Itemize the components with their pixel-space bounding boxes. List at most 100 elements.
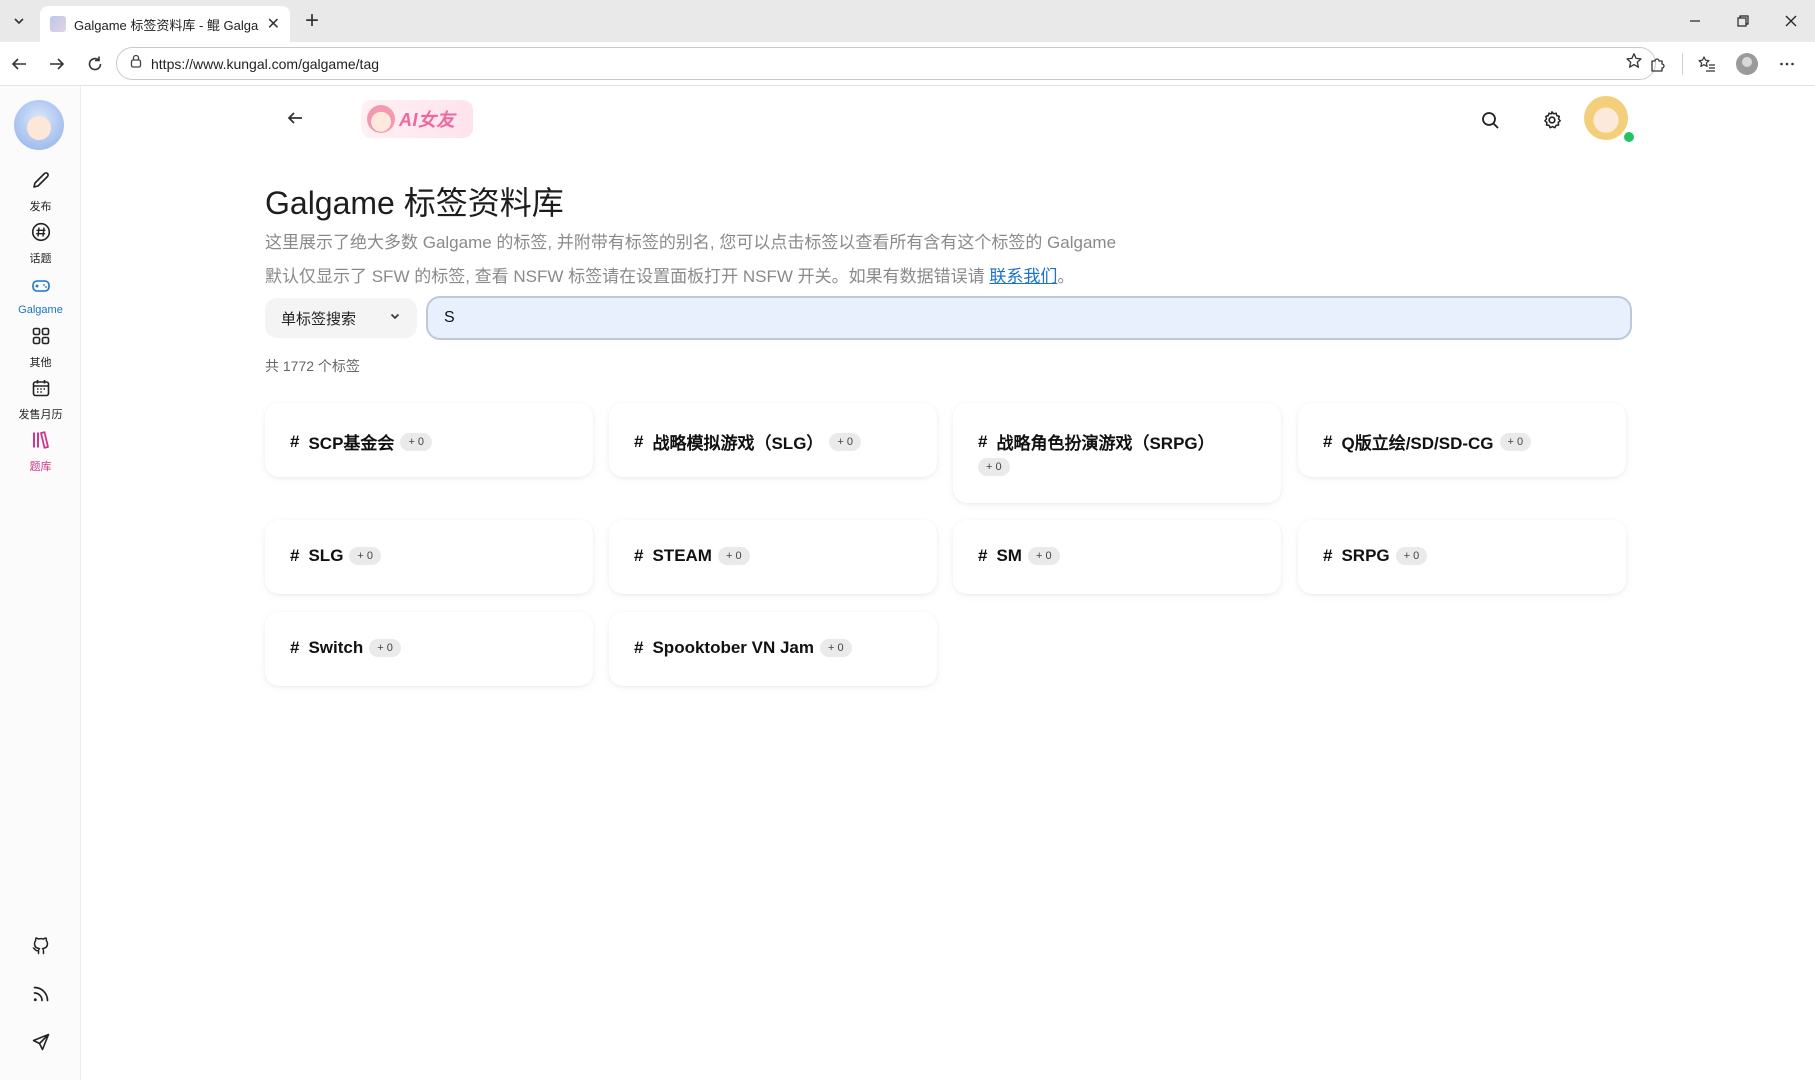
tag-card[interactable]: # SM + 0	[953, 520, 1281, 594]
tag-alias-count: + 0	[717, 547, 750, 565]
tag-name: 战略角色扮演游戏（SRPG）	[996, 434, 1215, 453]
sidebar-item-topics[interactable]: 话题	[0, 216, 81, 272]
tag-card[interactable]: # Switch + 0	[265, 612, 593, 686]
close-window-icon[interactable]	[1767, 0, 1815, 42]
sidebar-item-other[interactable]: 其他	[0, 320, 81, 376]
url-host: www.kungal.com	[193, 55, 299, 72]
tag-search-input[interactable]	[426, 296, 1632, 340]
tab-close-icon[interactable]: ✕	[267, 14, 280, 34]
search-mode-label: 单标签搜索	[281, 310, 357, 328]
favorites-list-icon[interactable]	[1689, 46, 1725, 82]
sidebar-item-release-calendar[interactable]: 发售月历	[0, 372, 81, 428]
back-button[interactable]	[277, 102, 313, 138]
browser-tab-active[interactable]: Galgame 标签资料库 - 鲲 Galgame ✕	[40, 6, 290, 42]
back-arrow-icon[interactable]	[0, 45, 38, 83]
tag-name: Spooktober VN Jam	[652, 638, 815, 657]
tag-name: Q版立绘/SD/SD-CG	[1341, 434, 1494, 453]
sidebar-item-question-bank[interactable]: 题库	[0, 424, 81, 480]
sidebar-item-label: 话题	[29, 253, 52, 265]
tag-hash: #	[1323, 546, 1333, 565]
toolbar-right	[1640, 46, 1805, 82]
tag-hash: #	[634, 638, 644, 657]
library-icon	[31, 430, 51, 455]
restore-icon[interactable]	[1719, 0, 1767, 42]
reload-icon[interactable]	[76, 45, 114, 83]
tab-list-chevron-icon[interactable]	[4, 6, 34, 36]
tag-alias-count: + 0	[369, 639, 401, 657]
tag-hash: #	[290, 638, 300, 657]
desc2-suffix: 。	[1057, 267, 1075, 286]
banner-character-image	[367, 105, 395, 133]
tag-alias-count: + 0	[1027, 547, 1060, 565]
search-icon[interactable]	[1472, 102, 1508, 138]
settings-gear-icon[interactable]	[1534, 102, 1570, 138]
tag-hash: #	[978, 431, 988, 451]
calendar-icon	[31, 378, 51, 403]
tag-card[interactable]: # Spooktober VN Jam + 0	[609, 612, 937, 686]
url-prefix: https://	[151, 55, 194, 72]
tag-card[interactable]: # 战略角色扮演游戏（SRPG） + 0	[953, 403, 1281, 503]
tag-alias-count: + 0	[349, 547, 382, 565]
url-path: /galgame/tag	[298, 55, 380, 72]
sidebar-item-galgame[interactable]: Galgame	[0, 268, 81, 324]
lock-icon[interactable]	[129, 54, 143, 73]
tag-card[interactable]: # 战略模拟游戏（SLG） + 0	[609, 403, 937, 477]
tag-name: 战略模拟游戏（SLG）	[652, 434, 824, 453]
url-text[interactable]: https://www.kungal.com/galgame/tag	[151, 56, 1617, 72]
page-title: Galgame 标签资料库	[265, 185, 564, 221]
tag-hash: #	[634, 431, 644, 451]
tag-name: SCP基金会	[308, 434, 395, 453]
tag-alias-count: + 0	[400, 432, 433, 451]
tag-name: SRPG	[1341, 546, 1390, 565]
tag-hash: #	[1323, 431, 1333, 451]
tag-alias-count: + 0	[1395, 547, 1428, 565]
profile-icon[interactable]	[1729, 46, 1765, 82]
send-icon[interactable]	[0, 1022, 81, 1062]
tag-card[interactable]: # STEAM + 0	[609, 520, 937, 594]
grid-icon	[31, 326, 51, 351]
tag-card[interactable]: # SCP基金会 + 0	[265, 403, 593, 477]
pencil-icon	[31, 170, 51, 195]
online-status-dot	[1622, 130, 1636, 144]
tag-alias-count: + 0	[829, 432, 862, 451]
tag-count-text: 共 1772 个标签	[265, 358, 360, 374]
sidebar-item-publish[interactable]: 发布	[0, 164, 81, 220]
tag-card[interactable]: # SRPG + 0	[1298, 520, 1626, 594]
sidebar: 发布 话题 Galgame 其他 发售月历 题库	[0, 86, 81, 1080]
site-favicon-icon	[50, 16, 66, 32]
more-menu-icon[interactable]	[1769, 46, 1805, 82]
tag-hash: #	[290, 546, 300, 565]
tag-card[interactable]: # SLG + 0	[265, 520, 593, 594]
page-description: 这里展示了绝大多数 Galgame 的标签, 并附带有标签的别名, 您可以点击标…	[265, 233, 1117, 252]
browser-tabstrip: Galgame 标签资料库 - 鲲 Galgame ✕ +	[0, 0, 1815, 42]
sidebar-item-label: 其他	[29, 357, 52, 369]
user-avatar[interactable]	[1584, 96, 1628, 140]
address-bar[interactable]: https://www.kungal.com/galgame/tag	[116, 47, 1656, 80]
search-mode-select[interactable]: 单标签搜索	[265, 298, 417, 338]
new-tab-plus-icon[interactable]: +	[296, 5, 328, 37]
site-logo-avatar[interactable]	[14, 100, 64, 150]
page: 发布 话题 Galgame 其他 发售月历 题库 AI女友 Galgame 标签…	[0, 86, 1815, 1080]
contact-us-link[interactable]: 联系我们	[989, 267, 1057, 286]
sidebar-item-label: 发布	[29, 201, 52, 213]
browser-toolbar: https://www.kungal.com/galgame/tag	[0, 42, 1815, 86]
forward-arrow-icon[interactable]	[38, 45, 76, 83]
tag-alias-count: + 0	[1499, 432, 1532, 451]
ai-girlfriend-banner[interactable]: AI女友	[361, 100, 473, 138]
tab-title: Galgame 标签资料库 - 鲲 Galgame	[74, 17, 259, 33]
sidebar-item-label: 题库	[29, 461, 52, 473]
tag-card[interactable]: # Q版立绘/SD/SD-CG + 0	[1298, 403, 1626, 477]
tag-name: SLG	[308, 546, 344, 565]
banner-text: AI女友	[399, 110, 455, 130]
tag-name: SM	[996, 546, 1022, 565]
tag-hash: #	[978, 546, 988, 565]
rss-icon[interactable]	[0, 974, 81, 1014]
gamepad-icon	[31, 276, 51, 301]
minimize-icon[interactable]	[1671, 0, 1719, 42]
main-content: AI女友 Galgame 标签资料库 这里展示了绝大多数 Galgame 的标签…	[81, 86, 1815, 1080]
extensions-puzzle-icon[interactable]	[1640, 46, 1676, 82]
window-controls	[1671, 0, 1815, 42]
tag-name: Switch	[308, 638, 364, 657]
github-icon[interactable]	[0, 926, 81, 966]
tag-hash: #	[634, 546, 644, 565]
